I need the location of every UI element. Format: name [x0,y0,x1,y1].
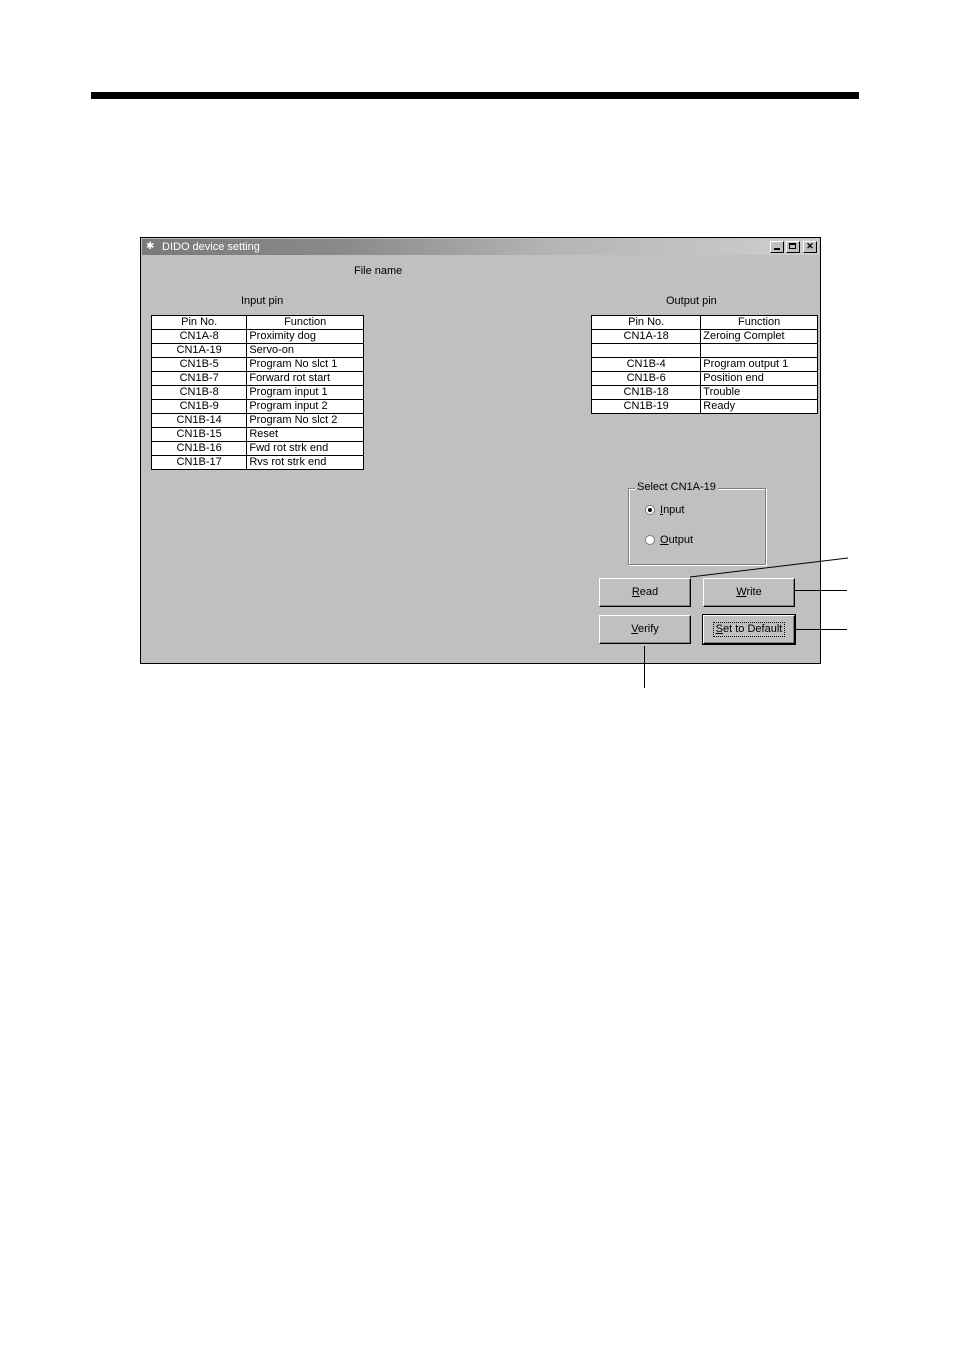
input-pin-row: CN1B-14 Program No slct 2 [150,413,364,428]
input-pin-pin-no-cell[interactable]: CN1B-7 [150,371,248,386]
output-pin-function-cell[interactable]: Ready [700,399,818,414]
input-pin-function-cell[interactable]: Rvs rot strk end [246,455,364,470]
output-pin-row: CN1B-6 Position end [590,371,818,386]
output-pin-column-header: Pin No. [590,315,702,330]
close-button[interactable]: ✕ [803,241,817,253]
input-pin-function-cell[interactable]: Program No slct 2 [246,413,364,428]
output-pin-header-row: Pin No. Function [590,315,818,330]
input-pin-row: CN1B-7 Forward rot start [150,371,364,386]
set-to-default-button[interactable]: Set to Default [702,614,796,645]
output-pin-table: Pin No. Function CN1A-18 Zeroing Complet CN1… [590,315,818,414]
output-pin-pin-no-cell[interactable] [590,343,702,358]
input-pin-row: CN1A-19 Servo-on [150,343,364,358]
input-pin-pin-no-cell[interactable]: CN1B-9 [150,399,248,414]
input-radio-label[interactable]: Input [660,504,684,517]
output-pin-pin-no-cell[interactable]: CN1A-18 [590,329,702,344]
input-pin-function-cell[interactable]: Servo-on [246,343,364,358]
output-pin-row [590,343,818,358]
input-pin-pin-no-cell[interactable]: CN1B-5 [150,357,248,372]
output-pin-row: CN1B-4 Program output 1 [590,357,818,372]
write-button[interactable]: Write [703,578,795,607]
output-radio[interactable] [645,535,655,545]
app-icon: ✱ [146,241,155,252]
input-pin-row: CN1B-8 Program input 1 [150,385,364,400]
input-pin-row: CN1B-16 Fwd rot strk end [150,441,364,456]
input-pin-function-cell[interactable]: Program No slct 1 [246,357,364,372]
output-pin-function-cell[interactable] [700,343,818,358]
callout-line-read [689,557,849,578]
input-pin-row: CN1B-5 Program No slct 1 [150,357,364,372]
input-pin-table: Pin No. Function CN1A-8 Proximity dog CN1A-1… [150,315,364,470]
input-pin-pin-no-cell[interactable]: CN1B-17 [150,455,248,470]
output-pin-pin-no-cell[interactable]: CN1B-4 [590,357,702,372]
input-pin-column-header: Pin No. [150,315,248,330]
output-pin-column-header: Function [700,315,818,330]
input-pin-row: CN1B-15 Reset [150,427,364,442]
input-pin-function-cell[interactable]: Program input 2 [246,399,364,414]
input-pin-pin-no-cell[interactable]: CN1B-15 [150,427,248,442]
maximize-button[interactable] [786,241,800,253]
input-pin-function-cell[interactable]: Proximity dog [246,329,364,344]
dido-device-setting-window: ✱ DIDO device setting ✕ File name Input … [140,237,821,664]
input-pin-row: CN1B-17 Rvs rot strk end [150,455,364,470]
file-name-label: File name [354,265,403,277]
input-pin-pin-no-cell[interactable]: CN1A-19 [150,343,248,358]
input-pin-row: CN1B-9 Program input 2 [150,399,364,414]
select-cn1a19-groupbox [628,488,766,565]
input-radio[interactable] [645,505,655,515]
input-pin-pin-no-cell[interactable]: CN1B-8 [150,385,248,400]
input-pin-pin-no-cell[interactable]: CN1B-16 [150,441,248,456]
input-pin-pin-no-cell[interactable]: CN1B-14 [150,413,248,428]
select-cn1a19-legend: Select CN1A-19 [635,481,718,494]
page-rule [91,92,859,99]
input-pin-heading: Input pin [241,295,284,307]
input-pin-header-row: Pin No. Function [150,315,364,330]
input-pin-function-cell[interactable]: Fwd rot strk end [246,441,364,456]
output-pin-function-cell[interactable]: Trouble [700,385,818,400]
output-pin-function-cell[interactable]: Position end [700,371,818,386]
title-bar[interactable]: ✱ DIDO device setting ✕ [142,239,819,255]
callout-line-verify [644,646,645,688]
input-pin-row: CN1A-8 Proximity dog [150,329,364,344]
output-pin-pin-no-cell[interactable]: CN1B-19 [590,399,702,414]
input-pin-function-cell[interactable]: Forward rot start [246,371,364,386]
output-pin-row: CN1A-18 Zeroing Complet [590,329,818,344]
input-pin-function-cell[interactable]: Program input 1 [246,385,364,400]
output-pin-function-cell[interactable]: Zeroing Complet [700,329,818,344]
window-title: DIDO device setting [162,241,260,253]
input-pin-pin-no-cell[interactable]: CN1A-8 [150,329,248,344]
callout-line-write [795,590,847,591]
verify-button[interactable]: Verify [599,615,691,644]
output-pin-row: CN1B-19 Ready [590,399,818,414]
output-pin-heading: Output pin [666,295,717,307]
output-pin-pin-no-cell[interactable]: CN1B-6 [590,371,702,386]
input-pin-function-cell[interactable]: Reset [246,427,364,442]
output-pin-pin-no-cell[interactable]: CN1B-18 [590,385,702,400]
input-pin-column-header: Function [246,315,364,330]
output-pin-function-cell[interactable]: Program output 1 [700,357,818,372]
output-radio-label[interactable]: Output [660,534,693,547]
callout-line-set-to-default [795,629,847,630]
minimize-button[interactable] [770,241,784,253]
read-button[interactable]: Read [599,578,691,607]
output-pin-row: CN1B-18 Trouble [590,385,818,400]
